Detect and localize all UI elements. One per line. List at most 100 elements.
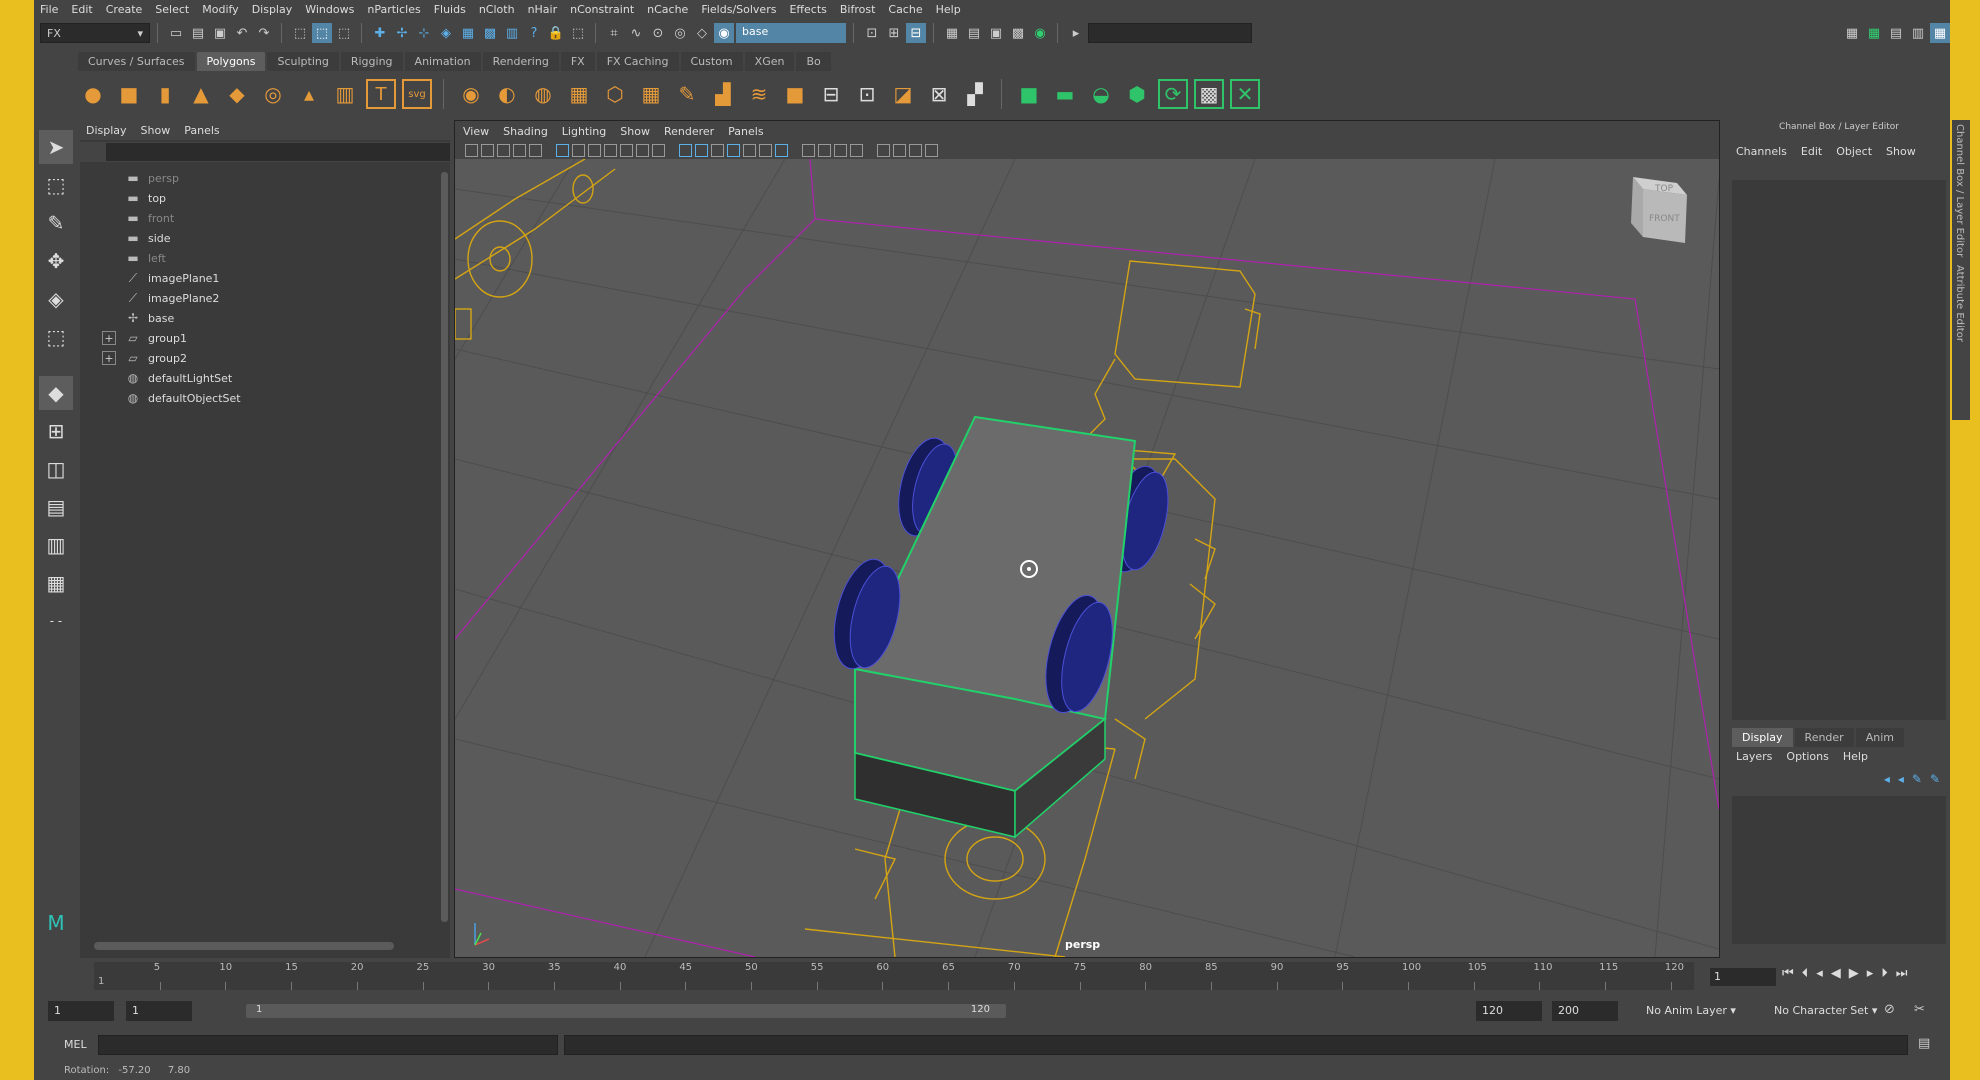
- menu-effects[interactable]: Effects: [789, 3, 826, 16]
- shelf-tab-rigging[interactable]: Rigging: [340, 51, 403, 71]
- current-frame-field[interactable]: 1: [1710, 968, 1776, 986]
- viewport-canvas[interactable]: TOP FRONT persp: [455, 159, 1719, 957]
- select-dynamics-icon[interactable]: ▥: [502, 23, 522, 43]
- layer-tab-anim[interactable]: Anim: [1855, 728, 1904, 747]
- make-live-icon[interactable]: ◉: [714, 23, 734, 43]
- outliner-vertical-scrollbar[interactable]: [438, 166, 450, 926]
- playback-start-field[interactable]: 1: [126, 1001, 192, 1021]
- select-joints-icon[interactable]: ⊹: [414, 23, 434, 43]
- outliner-horizontal-scrollbar[interactable]: [80, 940, 450, 952]
- textured-icon[interactable]: [743, 143, 756, 157]
- new-layer-from-selection-icon[interactable]: ✎: [1930, 772, 1940, 786]
- shelf-tab-fx-caching[interactable]: FX Caching: [596, 51, 679, 71]
- range-slider[interactable]: 1 120: [246, 1004, 1006, 1018]
- snap-point-icon[interactable]: ⊙: [648, 23, 668, 43]
- viewport-menu-show[interactable]: Show: [620, 125, 650, 138]
- snap-grid-icon[interactable]: ⌗: [604, 23, 624, 43]
- menu-fluids[interactable]: Fluids: [434, 3, 466, 16]
- render-frame-icon[interactable]: ⊞: [884, 23, 904, 43]
- xray-icon[interactable]: [893, 143, 906, 157]
- outliner-menu-display[interactable]: Display: [86, 124, 127, 137]
- channel-box-menu-channels[interactable]: Channels: [1736, 145, 1787, 158]
- outliner-menu-panels[interactable]: Panels: [184, 124, 219, 137]
- bridge-icon[interactable]: ≋: [744, 79, 774, 109]
- shelf-tab-animation[interactable]: Animation: [404, 51, 481, 71]
- safe-title-icon[interactable]: [652, 143, 665, 157]
- four-view-layout-icon[interactable]: ⊞: [39, 414, 73, 448]
- poly-plane-icon[interactable]: ◆: [222, 79, 252, 109]
- move-tool-icon[interactable]: ✥: [39, 244, 73, 278]
- menu-file[interactable]: File: [40, 3, 58, 16]
- shelf-tab-sculpting[interactable]: Sculpting: [267, 51, 339, 71]
- render-setup-icon[interactable]: ▩: [1008, 23, 1028, 43]
- construction-history-icon[interactable]: ⊡: [862, 23, 882, 43]
- shelf-tab-curves-surfaces[interactable]: Curves / Surfaces: [78, 51, 195, 71]
- two-pane-layout-icon[interactable]: ◫: [39, 452, 73, 486]
- select-handles-icon[interactable]: ✢: [392, 23, 412, 43]
- shelf-tab-custom[interactable]: Custom: [680, 51, 743, 71]
- poly-disc-icon[interactable]: ▴: [294, 79, 324, 109]
- redo-icon[interactable]: ↷: [254, 23, 274, 43]
- step-back-frame-icon[interactable]: ⏴: [1802, 966, 1809, 981]
- screen-space-ao-icon[interactable]: [802, 143, 815, 157]
- command-input[interactable]: [98, 1035, 558, 1055]
- 2d-pan-zoom-icon[interactable]: [513, 143, 526, 157]
- menu-nparticles[interactable]: nParticles: [367, 3, 420, 16]
- script-editor-icon[interactable]: ▤: [1918, 1036, 1930, 1051]
- layer-tab-render[interactable]: Render: [1794, 728, 1854, 747]
- outliner-item-persp[interactable]: ▬ persp: [80, 168, 450, 188]
- motion-blur-icon[interactable]: [818, 143, 831, 157]
- expand-icon[interactable]: +: [102, 331, 116, 345]
- input-line-mode-icon[interactable]: ▸: [1066, 23, 1086, 43]
- go-to-start-icon[interactable]: ⏮: [1782, 966, 1794, 981]
- snap-view-icon[interactable]: ◎: [670, 23, 690, 43]
- time-slider[interactable]: 1 5 10 15 20 25 30 35 40 45 50 55 60 65 70 75 80 85 90 95 1…: [94, 962, 1694, 990]
- character-set-dropdown[interactable]: No Character Set ▾: [1774, 1004, 1877, 1017]
- toggle-channel-box-icon[interactable]: ▦: [1930, 23, 1950, 43]
- menu-ncloth[interactable]: nCloth: [479, 3, 515, 16]
- use-default-material-icon[interactable]: [711, 143, 724, 157]
- shadows-icon[interactable]: [775, 143, 788, 157]
- lock-selection-icon[interactable]: 🔒: [546, 23, 566, 43]
- outliner-item-side[interactable]: ▬ side: [80, 228, 450, 248]
- wedge-icon[interactable]: ◪: [888, 79, 918, 109]
- viewport-menu-view[interactable]: View: [463, 125, 489, 138]
- outliner-item-top[interactable]: ▬ top: [80, 188, 450, 208]
- outliner-item-imageplane1[interactable]: ⟋ imagePlane1: [80, 268, 450, 288]
- shelf-tab-xgen[interactable]: XGen: [744, 51, 795, 71]
- gate-mask-icon[interactable]: [604, 143, 617, 157]
- step-back-key-icon[interactable]: ◂: [1816, 966, 1823, 981]
- menu-nconstraint[interactable]: nConstraint: [570, 3, 634, 16]
- menu-display[interactable]: Display: [252, 3, 293, 16]
- scale-tool-icon[interactable]: ⬚: [39, 320, 73, 354]
- outliner-search-field[interactable]: [106, 143, 450, 161]
- playback-end-field[interactable]: 120: [1476, 1001, 1542, 1021]
- outliner-persp-layout-icon[interactable]: ▤: [39, 490, 73, 524]
- channel-box-menu-object[interactable]: Object: [1836, 145, 1872, 158]
- highlight-selection-icon[interactable]: ⬚: [568, 23, 588, 43]
- go-to-end-icon[interactable]: ⏭: [1896, 966, 1908, 981]
- lasso-tool-icon[interactable]: ⬚: [39, 168, 73, 202]
- outliner-item-defaultobjectset[interactable]: ◍ defaultObjectSet: [80, 388, 450, 408]
- viewport-menu-panels[interactable]: Panels: [728, 125, 763, 138]
- expand-icon[interactable]: +: [102, 351, 116, 365]
- poly-cone-icon[interactable]: ▲: [186, 79, 216, 109]
- extract-icon[interactable]: ▦: [636, 79, 666, 109]
- append-polygon-icon[interactable]: ⊟: [816, 79, 846, 109]
- smooth-shade-icon[interactable]: [695, 143, 708, 157]
- boolean-icon[interactable]: ▦: [564, 79, 594, 109]
- layer-list[interactable]: [1732, 796, 1946, 944]
- field-chart-icon[interactable]: [620, 143, 633, 157]
- wireframe-icon[interactable]: [679, 143, 692, 157]
- select-deformations-icon[interactable]: ▩: [480, 23, 500, 43]
- step-forward-frame-icon[interactable]: ⏵: [1881, 966, 1888, 981]
- perspective-viewport[interactable]: View Shading Lighting Show Renderer Panels: [454, 120, 1720, 958]
- save-scene-icon[interactable]: ▣: [210, 23, 230, 43]
- select-tool-icon[interactable]: ➤: [39, 130, 73, 164]
- menu-set-dropdown[interactable]: FX ▾: [40, 23, 150, 43]
- poly-pipe-icon[interactable]: ▥: [330, 79, 360, 109]
- channel-box-area[interactable]: [1732, 180, 1946, 720]
- undo-icon[interactable]: ↶: [232, 23, 252, 43]
- select-component-icon[interactable]: ⬚: [334, 23, 354, 43]
- select-curves-icon[interactable]: ◈: [436, 23, 456, 43]
